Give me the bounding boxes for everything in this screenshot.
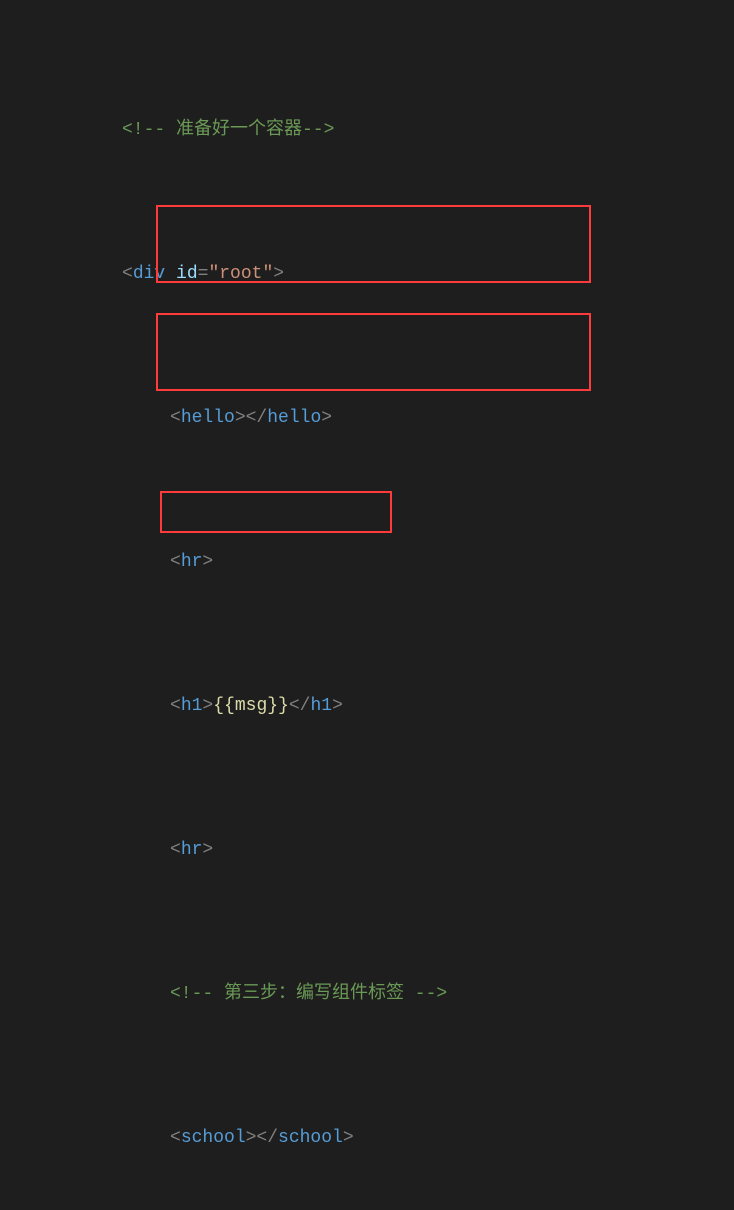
tag-hr: hr	[181, 552, 203, 572]
tag-hr2: hr	[181, 840, 203, 860]
mustache-msg: {{msg}}	[213, 696, 289, 716]
tag-div: div	[133, 264, 165, 284]
comment-step3a: <!-- 第三步：编写组件标签 -->	[170, 984, 447, 1004]
code-line: <hr>	[0, 544, 734, 580]
tag-school-close: school	[278, 1128, 343, 1148]
code-line: <school></school>	[0, 1120, 734, 1156]
tag-h1: h1	[181, 696, 203, 716]
code-line: <div id="root">	[0, 256, 734, 292]
code-line: <!-- 第三步：编写组件标签 -->	[0, 976, 734, 1012]
tag-hello: hello	[181, 408, 235, 428]
code-line: <hr>	[0, 832, 734, 868]
comment-text: <!-- 准备好一个容器-->	[122, 120, 334, 140]
code-line: <!-- 准备好一个容器-->	[0, 112, 734, 148]
code-line: <hello></hello>	[0, 400, 734, 436]
tag-h1-close: h1	[310, 696, 332, 716]
attr-id: id	[176, 264, 198, 284]
str-root: "root"	[208, 264, 273, 284]
tag-hello-close: hello	[267, 408, 321, 428]
code-block[interactable]: <!-- 准备好一个容器--> <div id="root"> <hello><…	[0, 0, 734, 1210]
tag-school: school	[181, 1128, 246, 1148]
code-line: <h1>{{msg}}</h1>	[0, 688, 734, 724]
